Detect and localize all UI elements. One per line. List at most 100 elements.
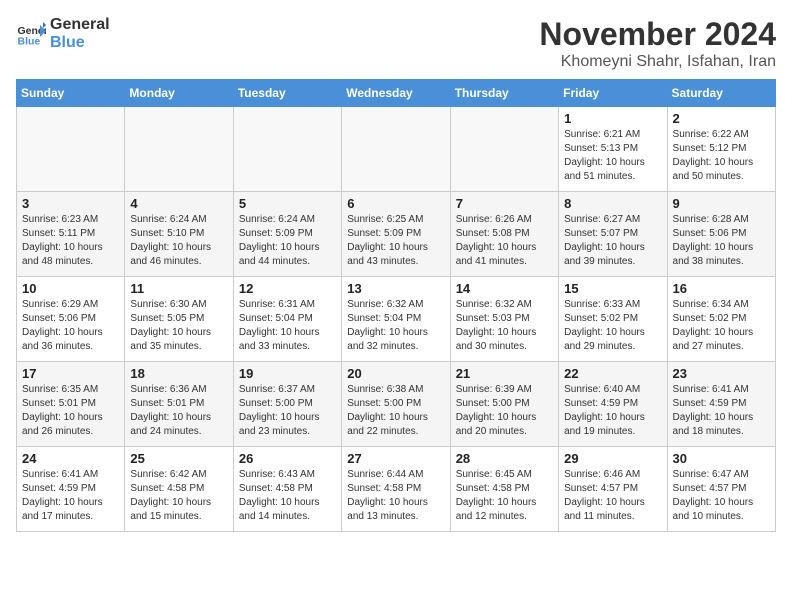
calendar-cell: 18 Sunrise: 6:36 AM Sunset: 5:01 PM Dayl… bbox=[125, 362, 233, 447]
sunrise-label: Sunrise: 6:21 AM bbox=[564, 129, 640, 140]
sunset-label: Sunset: 5:07 PM bbox=[564, 228, 638, 239]
sunrise-label: Sunrise: 6:31 AM bbox=[239, 299, 315, 310]
sunrise-label: Sunrise: 6:38 AM bbox=[347, 384, 423, 395]
daylight-label: Daylight: 10 hours and 12 minutes. bbox=[456, 497, 537, 522]
sunrise-label: Sunrise: 6:36 AM bbox=[130, 384, 206, 395]
day-info: Sunrise: 6:28 AM Sunset: 5:06 PM Dayligh… bbox=[673, 213, 770, 269]
calendar-cell bbox=[17, 107, 125, 192]
calendar-cell bbox=[233, 107, 341, 192]
sunset-label: Sunset: 5:00 PM bbox=[347, 398, 421, 409]
day-info: Sunrise: 6:32 AM Sunset: 5:03 PM Dayligh… bbox=[456, 298, 553, 354]
calendar-cell bbox=[342, 107, 450, 192]
day-info: Sunrise: 6:43 AM Sunset: 4:58 PM Dayligh… bbox=[239, 468, 336, 524]
daylight-label: Daylight: 10 hours and 23 minutes. bbox=[239, 412, 320, 437]
calendar-cell: 8 Sunrise: 6:27 AM Sunset: 5:07 PM Dayli… bbox=[559, 192, 667, 277]
sunset-label: Sunset: 4:58 PM bbox=[130, 483, 204, 494]
daylight-label: Daylight: 10 hours and 30 minutes. bbox=[456, 327, 537, 352]
day-number: 13 bbox=[347, 281, 444, 296]
day-number: 24 bbox=[22, 451, 119, 466]
daylight-label: Daylight: 10 hours and 46 minutes. bbox=[130, 242, 211, 267]
day-number: 23 bbox=[673, 366, 770, 381]
daylight-label: Daylight: 10 hours and 33 minutes. bbox=[239, 327, 320, 352]
day-number: 1 bbox=[564, 111, 661, 126]
day-info: Sunrise: 6:38 AM Sunset: 5:00 PM Dayligh… bbox=[347, 383, 444, 439]
day-header-monday: Monday bbox=[125, 80, 233, 107]
sunrise-label: Sunrise: 6:39 AM bbox=[456, 384, 532, 395]
sunset-label: Sunset: 5:04 PM bbox=[347, 313, 421, 324]
day-info: Sunrise: 6:22 AM Sunset: 5:12 PM Dayligh… bbox=[673, 128, 770, 184]
calendar-cell: 9 Sunrise: 6:28 AM Sunset: 5:06 PM Dayli… bbox=[667, 192, 775, 277]
day-info: Sunrise: 6:27 AM Sunset: 5:07 PM Dayligh… bbox=[564, 213, 661, 269]
daylight-label: Daylight: 10 hours and 13 minutes. bbox=[347, 497, 428, 522]
day-header-tuesday: Tuesday bbox=[233, 80, 341, 107]
day-number: 7 bbox=[456, 196, 553, 211]
sunrise-label: Sunrise: 6:40 AM bbox=[564, 384, 640, 395]
day-info: Sunrise: 6:37 AM Sunset: 5:00 PM Dayligh… bbox=[239, 383, 336, 439]
daylight-label: Daylight: 10 hours and 10 minutes. bbox=[673, 497, 754, 522]
day-header-friday: Friday bbox=[559, 80, 667, 107]
sunrise-label: Sunrise: 6:23 AM bbox=[22, 214, 98, 225]
calendar-cell: 26 Sunrise: 6:43 AM Sunset: 4:58 PM Dayl… bbox=[233, 447, 341, 532]
week-row-3: 10 Sunrise: 6:29 AM Sunset: 5:06 PM Dayl… bbox=[17, 277, 776, 362]
day-info: Sunrise: 6:21 AM Sunset: 5:13 PM Dayligh… bbox=[564, 128, 661, 184]
day-info: Sunrise: 6:30 AM Sunset: 5:05 PM Dayligh… bbox=[130, 298, 227, 354]
sunset-label: Sunset: 5:10 PM bbox=[130, 228, 204, 239]
day-header-wednesday: Wednesday bbox=[342, 80, 450, 107]
day-number: 14 bbox=[456, 281, 553, 296]
sunset-label: Sunset: 5:01 PM bbox=[130, 398, 204, 409]
daylight-label: Daylight: 10 hours and 35 minutes. bbox=[130, 327, 211, 352]
sunrise-label: Sunrise: 6:47 AM bbox=[673, 469, 749, 480]
calendar-cell: 17 Sunrise: 6:35 AM Sunset: 5:01 PM Dayl… bbox=[17, 362, 125, 447]
sunset-label: Sunset: 5:12 PM bbox=[673, 143, 747, 154]
sunrise-label: Sunrise: 6:35 AM bbox=[22, 384, 98, 395]
calendar-cell: 25 Sunrise: 6:42 AM Sunset: 4:58 PM Dayl… bbox=[125, 447, 233, 532]
day-info: Sunrise: 6:41 AM Sunset: 4:59 PM Dayligh… bbox=[673, 383, 770, 439]
sunrise-label: Sunrise: 6:28 AM bbox=[673, 214, 749, 225]
sunset-label: Sunset: 5:09 PM bbox=[239, 228, 313, 239]
logo-icon: General Blue bbox=[16, 19, 46, 49]
page-header: General Blue General Blue November 2024 … bbox=[16, 16, 776, 71]
sunrise-label: Sunrise: 6:46 AM bbox=[564, 469, 640, 480]
sunrise-label: Sunrise: 6:24 AM bbox=[239, 214, 315, 225]
logo-blue-text: Blue bbox=[50, 34, 110, 52]
daylight-label: Daylight: 10 hours and 11 minutes. bbox=[564, 497, 645, 522]
calendar-cell bbox=[125, 107, 233, 192]
day-number: 20 bbox=[347, 366, 444, 381]
day-number: 5 bbox=[239, 196, 336, 211]
sunrise-label: Sunrise: 6:22 AM bbox=[673, 129, 749, 140]
calendar-cell: 27 Sunrise: 6:44 AM Sunset: 4:58 PM Dayl… bbox=[342, 447, 450, 532]
sunset-label: Sunset: 4:59 PM bbox=[564, 398, 638, 409]
calendar-cell: 16 Sunrise: 6:34 AM Sunset: 5:02 PM Dayl… bbox=[667, 277, 775, 362]
daylight-label: Daylight: 10 hours and 18 minutes. bbox=[673, 412, 754, 437]
daylight-label: Daylight: 10 hours and 48 minutes. bbox=[22, 242, 103, 267]
sunset-label: Sunset: 4:58 PM bbox=[347, 483, 421, 494]
day-number: 10 bbox=[22, 281, 119, 296]
calendar-cell: 3 Sunrise: 6:23 AM Sunset: 5:11 PM Dayli… bbox=[17, 192, 125, 277]
sunrise-label: Sunrise: 6:24 AM bbox=[130, 214, 206, 225]
daylight-label: Daylight: 10 hours and 17 minutes. bbox=[22, 497, 103, 522]
day-header-thursday: Thursday bbox=[450, 80, 558, 107]
daylight-label: Daylight: 10 hours and 24 minutes. bbox=[130, 412, 211, 437]
calendar-cell: 4 Sunrise: 6:24 AM Sunset: 5:10 PM Dayli… bbox=[125, 192, 233, 277]
day-number: 27 bbox=[347, 451, 444, 466]
sunrise-label: Sunrise: 6:42 AM bbox=[130, 469, 206, 480]
calendar-cell: 29 Sunrise: 6:46 AM Sunset: 4:57 PM Dayl… bbox=[559, 447, 667, 532]
calendar-cell: 10 Sunrise: 6:29 AM Sunset: 5:06 PM Dayl… bbox=[17, 277, 125, 362]
sunrise-label: Sunrise: 6:27 AM bbox=[564, 214, 640, 225]
sunset-label: Sunset: 5:06 PM bbox=[673, 228, 747, 239]
sunrise-label: Sunrise: 6:32 AM bbox=[456, 299, 532, 310]
calendar-cell: 28 Sunrise: 6:45 AM Sunset: 4:58 PM Dayl… bbox=[450, 447, 558, 532]
sunset-label: Sunset: 5:11 PM bbox=[22, 228, 95, 239]
sunrise-label: Sunrise: 6:41 AM bbox=[22, 469, 98, 480]
calendar-cell: 6 Sunrise: 6:25 AM Sunset: 5:09 PM Dayli… bbox=[342, 192, 450, 277]
daylight-label: Daylight: 10 hours and 38 minutes. bbox=[673, 242, 754, 267]
day-number: 26 bbox=[239, 451, 336, 466]
day-number: 25 bbox=[130, 451, 227, 466]
sunset-label: Sunset: 5:01 PM bbox=[22, 398, 96, 409]
daylight-label: Daylight: 10 hours and 43 minutes. bbox=[347, 242, 428, 267]
day-info: Sunrise: 6:42 AM Sunset: 4:58 PM Dayligh… bbox=[130, 468, 227, 524]
sunset-label: Sunset: 5:03 PM bbox=[456, 313, 530, 324]
sunrise-label: Sunrise: 6:30 AM bbox=[130, 299, 206, 310]
header-row: SundayMondayTuesdayWednesdayThursdayFrid… bbox=[17, 80, 776, 107]
sunrise-label: Sunrise: 6:29 AM bbox=[22, 299, 98, 310]
